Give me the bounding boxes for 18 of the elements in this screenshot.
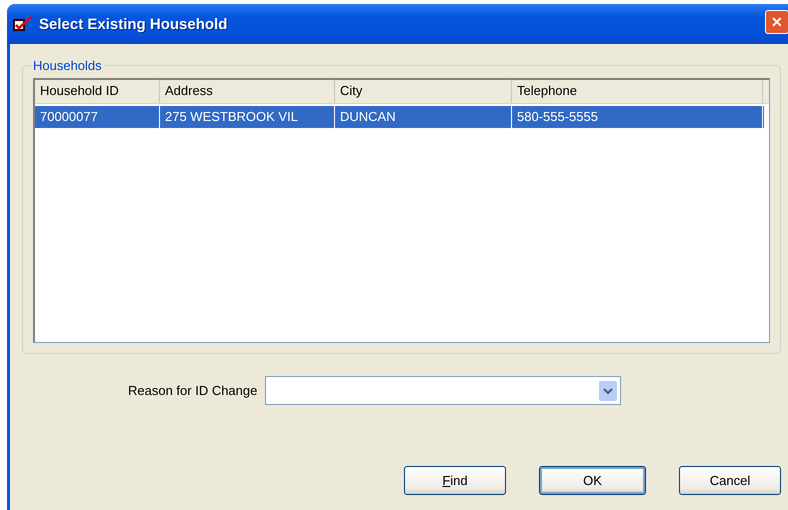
table-cell: DUNCAN bbox=[335, 106, 512, 128]
column-header[interactable]: Address bbox=[160, 80, 335, 103]
close-button[interactable]: ✕ bbox=[765, 10, 788, 34]
window-title: Select Existing Household bbox=[39, 16, 228, 32]
table-cell: 275 WESTBROOK VIL bbox=[160, 106, 335, 128]
dialog-button[interactable]: Find bbox=[404, 466, 506, 495]
column-header[interactable]: City bbox=[335, 80, 512, 103]
dialog-button[interactable]: Cancel bbox=[679, 466, 781, 495]
group-legend: Households bbox=[31, 58, 104, 73]
column-header[interactable]: Household ID bbox=[35, 80, 160, 103]
table-cell: 70000077 bbox=[35, 106, 160, 128]
column-header[interactable]: Telephone bbox=[512, 80, 763, 103]
table-cell: 580-555-5555 bbox=[512, 106, 763, 128]
table-row[interactable]: 70000077 275 WESTBROOK VIL DUNCAN 580-555-5555 bbox=[35, 106, 764, 128]
dialog-button[interactable]: OK bbox=[539, 466, 646, 495]
households-list[interactable]: Household ID Address City Telephone 70000077 275 WESTBROOK VIL DUNCAN 580-555-5555 bbox=[33, 78, 770, 343]
reason-dropdown[interactable] bbox=[265, 376, 622, 405]
reason-label: Reason for ID Change bbox=[128, 383, 258, 398]
